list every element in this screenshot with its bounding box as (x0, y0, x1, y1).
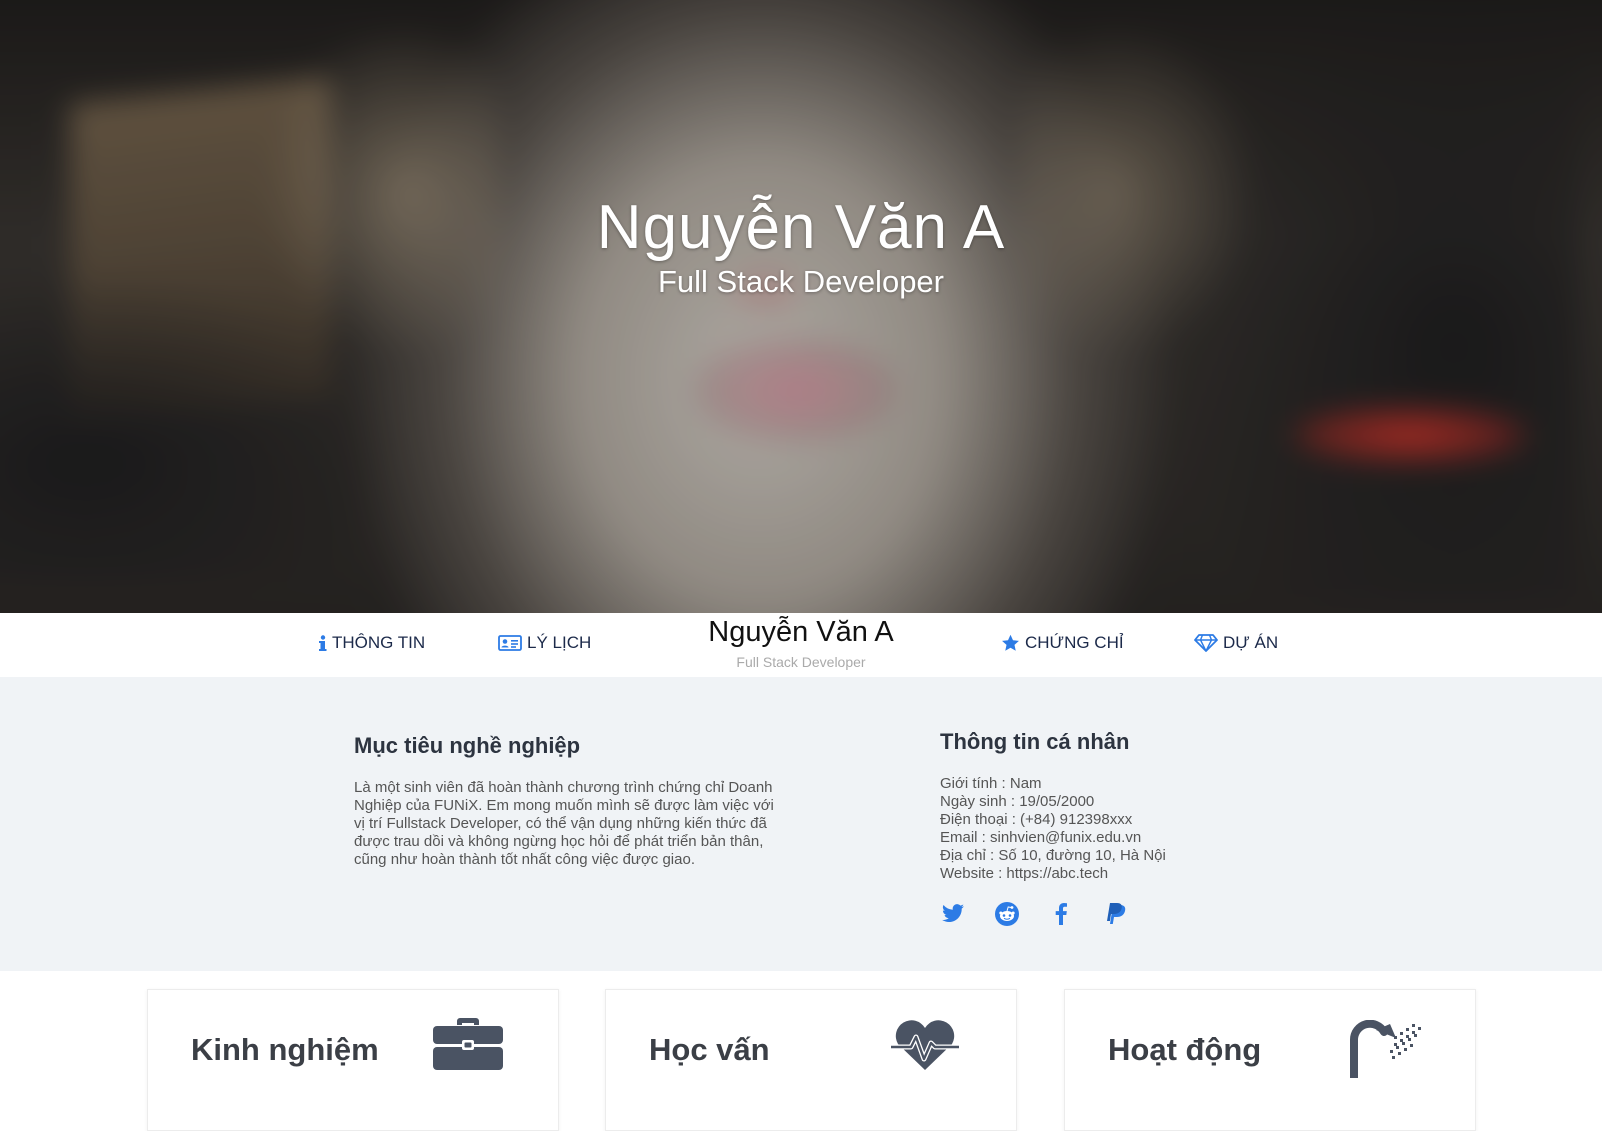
heartbeat-icon (889, 1020, 961, 1077)
nav-brand-subtitle: Full Stack Developer (736, 654, 866, 670)
personal-heading: Thông tin cá nhân (940, 729, 1130, 754)
nav-item-label: CHỨNG CHỈ (1025, 633, 1124, 652)
nav-brand: Nguyễn Văn A Full Stack Developer (0, 615, 1602, 672)
education-card[interactable]: Học vấn (605, 989, 1017, 1131)
birthday-item: Ngày sinh : 19/05/2000 (940, 793, 1095, 810)
card-title: Học vấn (649, 1032, 770, 1067)
id-card-icon (498, 635, 522, 651)
hero-banner: Nguyễn Văn A Full Stack Developer (0, 0, 1602, 613)
career-objective: Mục tiêu nghề nghiệp Là một sinh viên đã… (354, 733, 774, 869)
website-item: Website : https://abc.tech (940, 865, 1109, 882)
star-icon (1001, 634, 1020, 652)
hero-name: Nguyễn Văn A (596, 193, 1006, 262)
card-title: Hoạt động (1108, 1032, 1262, 1067)
hero-title: Full Stack Developer (657, 264, 944, 299)
objective-heading: Mục tiêu nghề nghiệp (354, 733, 581, 758)
info-icon (318, 635, 327, 651)
nav-item-label: LÝ LỊCH (527, 633, 592, 652)
objective-text: Là một sinh viên đã hoàn thành chương tr… (354, 779, 774, 868)
email-item: Email : sinhvien@funix.edu.vn (940, 829, 1142, 846)
hero-text: Nguyễn Văn A Full Stack Developer (0, 192, 1602, 300)
about-section: Mục tiêu nghề nghiệp Là một sinh viên đã… (0, 677, 1602, 971)
diamond-icon (1194, 634, 1218, 652)
experience-card[interactable]: Kinh nghiệm (147, 989, 559, 1131)
nav-item-label: DỰ ÁN (1223, 633, 1279, 652)
phone-item: Điện thoại : (+84) 912398xxx (940, 811, 1133, 828)
personal-info: Thông tin cá nhân Giới tính : Nam Ngày s… (940, 729, 1340, 927)
nav-item-certificates[interactable]: CHỨNG CHỈ (1001, 633, 1124, 653)
facebook-icon[interactable] (1048, 901, 1074, 927)
nav-item-projects[interactable]: DỰ ÁN (1194, 633, 1278, 653)
address-item: Địa chỉ : Số 10, đường 10, Hà Nội (940, 847, 1166, 864)
paypal-icon[interactable] (1102, 901, 1128, 927)
sections-cards: Kinh nghiệm Học vấn Hoạt động (0, 971, 1602, 1131)
gender-item: Giới tính : Nam (940, 775, 1042, 792)
nav-brand-name: Nguyễn Văn A (708, 616, 894, 648)
shower-icon (1348, 1019, 1426, 1083)
personal-info-list: Giới tính : Nam Ngày sinh : 19/05/2000 Đ… (940, 775, 1340, 883)
card-title: Kinh nghiệm (191, 1032, 379, 1067)
nav-item-label: THÔNG TIN (332, 633, 426, 652)
social-links (940, 901, 1340, 927)
twitter-icon[interactable] (940, 901, 966, 927)
main-navbar: THÔNG TIN LÝ LỊCH Nguyễn Văn A Full Stac… (0, 613, 1602, 677)
nav-item-resume[interactable]: LÝ LỊCH (498, 633, 591, 653)
activities-card[interactable]: Hoạt động (1064, 989, 1476, 1131)
nav-item-info[interactable]: THÔNG TIN (318, 633, 425, 653)
briefcase-icon (433, 1018, 503, 1075)
reddit-icon[interactable] (994, 901, 1020, 927)
